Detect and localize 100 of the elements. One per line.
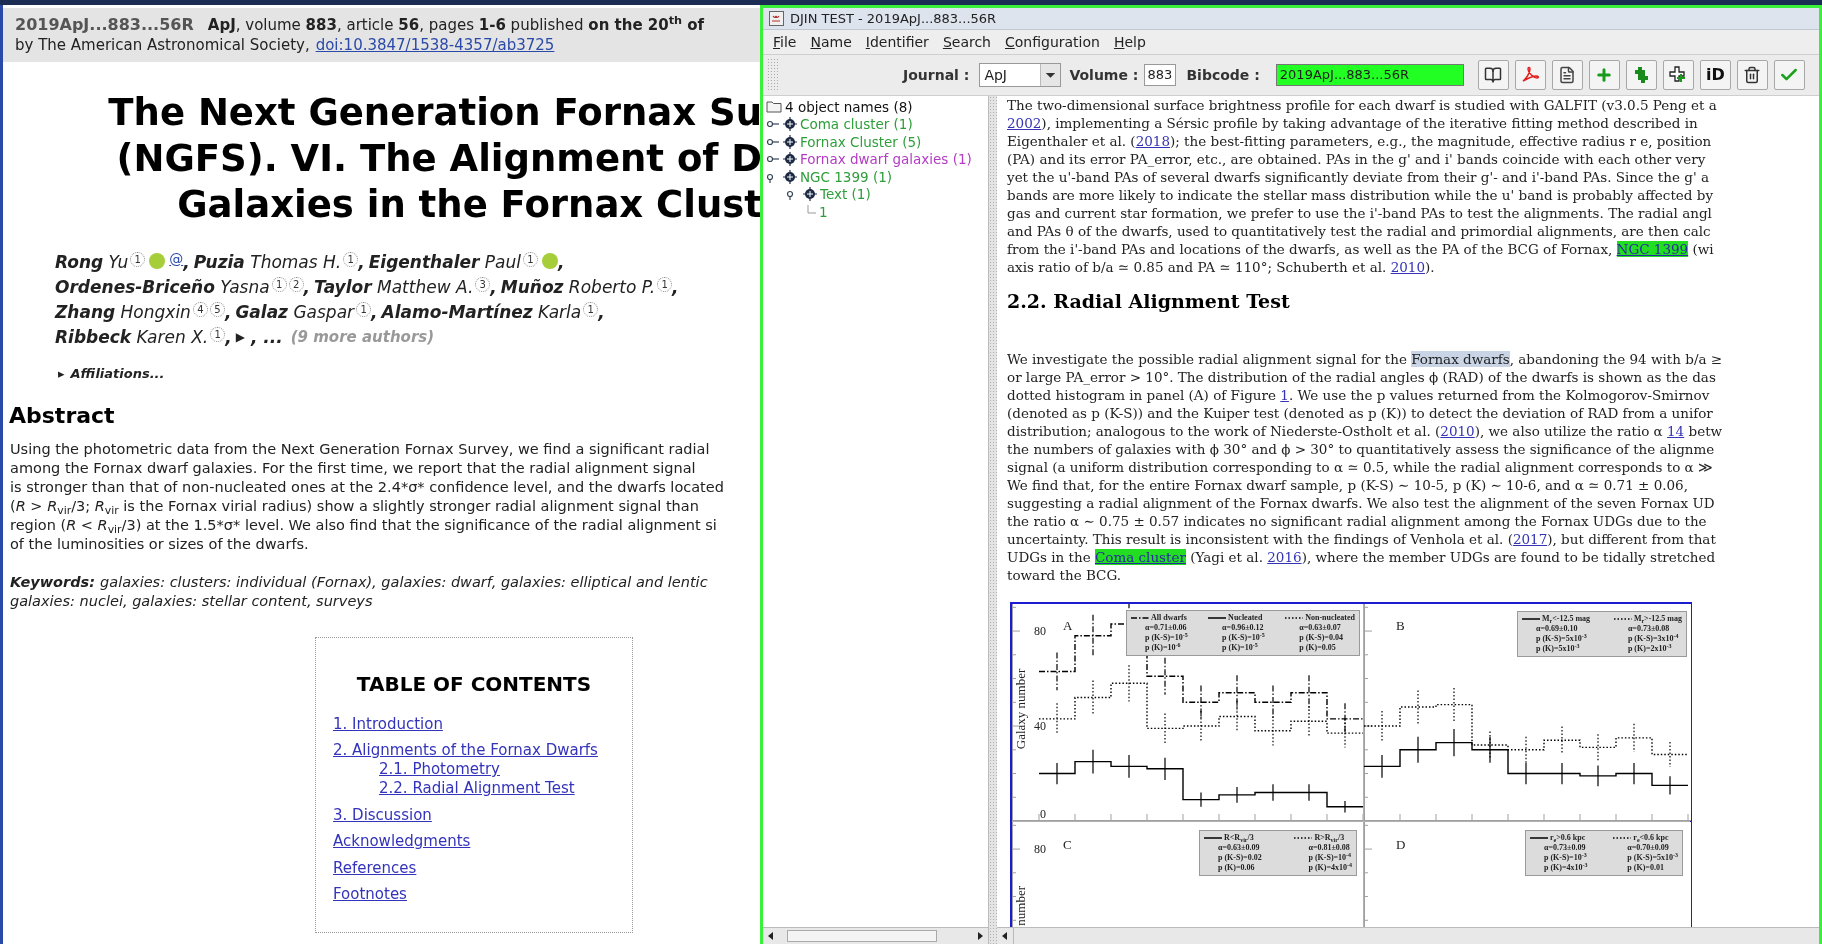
- author-name[interactable]: Puzia Thomas H.: [193, 250, 342, 275]
- text-line: bands are more likely to indicate the stellar mass distribution while the u' band is probably affected by: [1007, 186, 1714, 204]
- keywords-label: Keywords:: [10, 573, 96, 592]
- bibcode-text: 2019ApJ...883...56R: [15, 15, 194, 35]
- menu-item[interactable]: Configuration: [1005, 31, 1100, 53]
- toolbar-button[interactable]: iD: [1699, 60, 1731, 90]
- menu-item[interactable]: File: [773, 31, 797, 53]
- toc-link[interactable]: Acknowledgments: [333, 832, 471, 851]
- bibcode-field[interactable]: 2019ApJ...883...56R: [1275, 64, 1464, 86]
- legend-label: r$_{e}$>0.6 kpc: [1550, 833, 1586, 843]
- tree-item[interactable]: 4 object names (8): [785, 96, 913, 117]
- panel-label: B: [1396, 618, 1405, 633]
- toc-link[interactable]: 2.2. Radial Alignment Test: [379, 779, 575, 798]
- citation-link[interactable]: 1: [1280, 387, 1289, 403]
- comma-text: ,: [183, 251, 190, 274]
- window-title: DJIN TEST - 2019ApJ...883...56R: [790, 9, 997, 28]
- legend-text: α=0.73±0.08: [1626, 624, 1671, 634]
- folder-icon: [766, 100, 782, 114]
- legend-label: r$_{e}$<0.6 kpc: [1633, 833, 1669, 843]
- scroll-thumb[interactable]: [787, 930, 937, 942]
- citation-link[interactable]: 2010: [1440, 423, 1475, 439]
- line-sample-icon: [1613, 836, 1632, 840]
- toolbar-button[interactable]: [1662, 60, 1694, 90]
- toc-link[interactable]: 3. Discussion: [333, 805, 432, 825]
- object-link[interactable]: Coma cluster: [1094, 549, 1186, 565]
- scrollbar[interactable]: [763, 927, 988, 944]
- panel-label: A: [1063, 618, 1073, 633]
- text-line: (denoted as p (K-S)) and the Kuiper test (denoted as p (K)) to detect the deviation of RAD from a unifor: [1007, 404, 1713, 422]
- legend-text: p (K-S)=10$^{-5}$: [1144, 633, 1188, 643]
- citation-link[interactable]: 2018: [1135, 133, 1170, 149]
- toc-link[interactable]: 2. Alignments of the Fornax Dwarfs: [333, 741, 598, 760]
- legend-text: p (K)=2x10$^{-3}$: [1626, 644, 1673, 654]
- text-line: toward the BCG.: [1007, 566, 1122, 584]
- comma-text: ,: [224, 301, 232, 324]
- line-sample-icon: [1131, 616, 1149, 620]
- author-name[interactable]: Eigenthaler Paul: [368, 250, 521, 275]
- abstract-line: is stronger than that of non-nucleated ones at the 2.4*σ* confidence level, and the dwarfs located: [10, 478, 725, 497]
- abstract-line: (R > R$_{vir}$/3; R$_{vir}$ is the Fornax virial radius) show a slightly stronger radial alignment signal than: [10, 497, 700, 516]
- text-line: We find that, for the entire Fornax dwarf sample, p (K-S) ∼ 10-5, p (K) ∼ 10-6, and α ≃ 0.71 ± 0.06,: [1007, 476, 1688, 494]
- author-name[interactable]: Rong Yu: [55, 250, 129, 275]
- text-line: yet the u'-band PAs of several dwarfs significantly deviate from their g'- and i'-band PAs. Since the g' a: [1007, 168, 1709, 186]
- legend-text: α=0.63±0.09: [1217, 843, 1261, 853]
- plus-icon: [1595, 66, 1614, 84]
- citation-link[interactable]: 2010: [1390, 259, 1425, 275]
- journal-dropdown[interactable]: ApJ: [979, 63, 1062, 87]
- scrollbar[interactable]: [997, 927, 1819, 944]
- doi-link[interactable]: doi:10.3847/1538-4357/ab3725: [315, 35, 555, 55]
- legend-text: α=0.96±0.12: [1221, 623, 1265, 633]
- panel-label: D: [1396, 837, 1406, 852]
- highlighted-text: Fornax dwarfs: [1411, 351, 1510, 367]
- toc-link[interactable]: 1. Introduction: [333, 714, 443, 734]
- author-name[interactable]: Muñoz Roberto P.: [500, 275, 656, 300]
- publisher-text: by The American Astronomical Society,: [15, 35, 310, 55]
- axis-label: number: [1013, 886, 1028, 926]
- article-title: The Next Generation Fornax Su: [108, 90, 762, 136]
- disclosure-icon[interactable]: ▸: [58, 364, 65, 384]
- citation-link[interactable]: 2002: [1007, 115, 1042, 131]
- author-name[interactable]: Ribbeck Karen X.: [55, 325, 209, 350]
- toolbar-button[interactable]: [1736, 60, 1768, 90]
- text-line: axis ratio of b/a ≃ 0.85 and PA ≃ 110°; Schuberth et al. 2010).: [1007, 258, 1435, 276]
- menu-item[interactable]: Search: [942, 31, 991, 53]
- citation-link[interactable]: 2017: [1512, 531, 1548, 547]
- field-label: Journal :: [903, 65, 970, 85]
- object-link[interactable]: NGC 1399: [1616, 241, 1689, 257]
- expand-authors-icon[interactable]: ▶: [235, 325, 245, 350]
- affiliations-toggle[interactable]: Affiliations...: [70, 364, 165, 384]
- toc-link[interactable]: Footnotes: [333, 885, 407, 904]
- line-sample-icon: [1530, 836, 1548, 840]
- author-name[interactable]: Zhang Hongxin: [55, 300, 191, 325]
- toolbar-button[interactable]: [1477, 60, 1509, 90]
- line-sample-icon: [1613, 617, 1632, 621]
- legend-text: p (K-S)=0.02: [1217, 853, 1262, 863]
- citation-text: ApJ, volume 883, article 56, pages 1-6 published on the 20$^{th}$ of: [207, 15, 705, 35]
- menu-item[interactable]: Name: [810, 31, 852, 53]
- legend-text: p (K-S)=3x10$^{-4}$: [1626, 634, 1680, 644]
- text-line: the numbers of galaxies with ϕ 30° and ϕ > 30° to quantitatively assess the significance of the alignme: [1007, 440, 1715, 458]
- text-line: Eigenthaler et al. (2018); the best-fitting parameters, e.g., the magnitude, effective radius r e, position: [1007, 132, 1712, 150]
- legend-label: Nucleated: [1228, 613, 1263, 623]
- email-link[interactable]: @: [169, 247, 184, 272]
- section-heading: 2.2. Radial Alignment Test: [1007, 289, 1291, 314]
- menu-item[interactable]: Help: [1113, 31, 1146, 53]
- legend-text: α=0.70±0.09: [1626, 843, 1670, 853]
- panel-label: C: [1063, 837, 1072, 852]
- text-line: We investigate the possible radial alignment signal for the Fornax dwarfs, abandoning the 94 with b/a ≥: [1007, 350, 1723, 368]
- toolbar-button[interactable]: [1551, 60, 1583, 90]
- author-name[interactable]: Ordenes-Briceño Yasna: [55, 275, 270, 300]
- toc-link[interactable]: 2.1. Photometry: [379, 760, 500, 779]
- toc-link[interactable]: References: [333, 858, 417, 878]
- menu-item[interactable]: Identifier: [865, 31, 929, 53]
- target-icon: [783, 134, 797, 149]
- legend-text: α=0.71±0.06: [1144, 623, 1188, 633]
- volume-field[interactable]: 883: [1144, 64, 1177, 86]
- author-name[interactable]: Galaz Gaspar: [235, 300, 355, 325]
- legend-text: p (K)=5x10$^{-3}$: [1535, 644, 1581, 654]
- author-name[interactable]: Alamo-Martínez Karla: [381, 300, 582, 325]
- citation-link[interactable]: 14: [1667, 423, 1685, 439]
- author-name[interactable]: Taylor Matthew A.: [314, 275, 474, 300]
- citation-link[interactable]: 2016: [1267, 549, 1302, 565]
- field-label: Volume :: [1069, 65, 1139, 85]
- axis-label: Galaxy number: [1013, 668, 1028, 750]
